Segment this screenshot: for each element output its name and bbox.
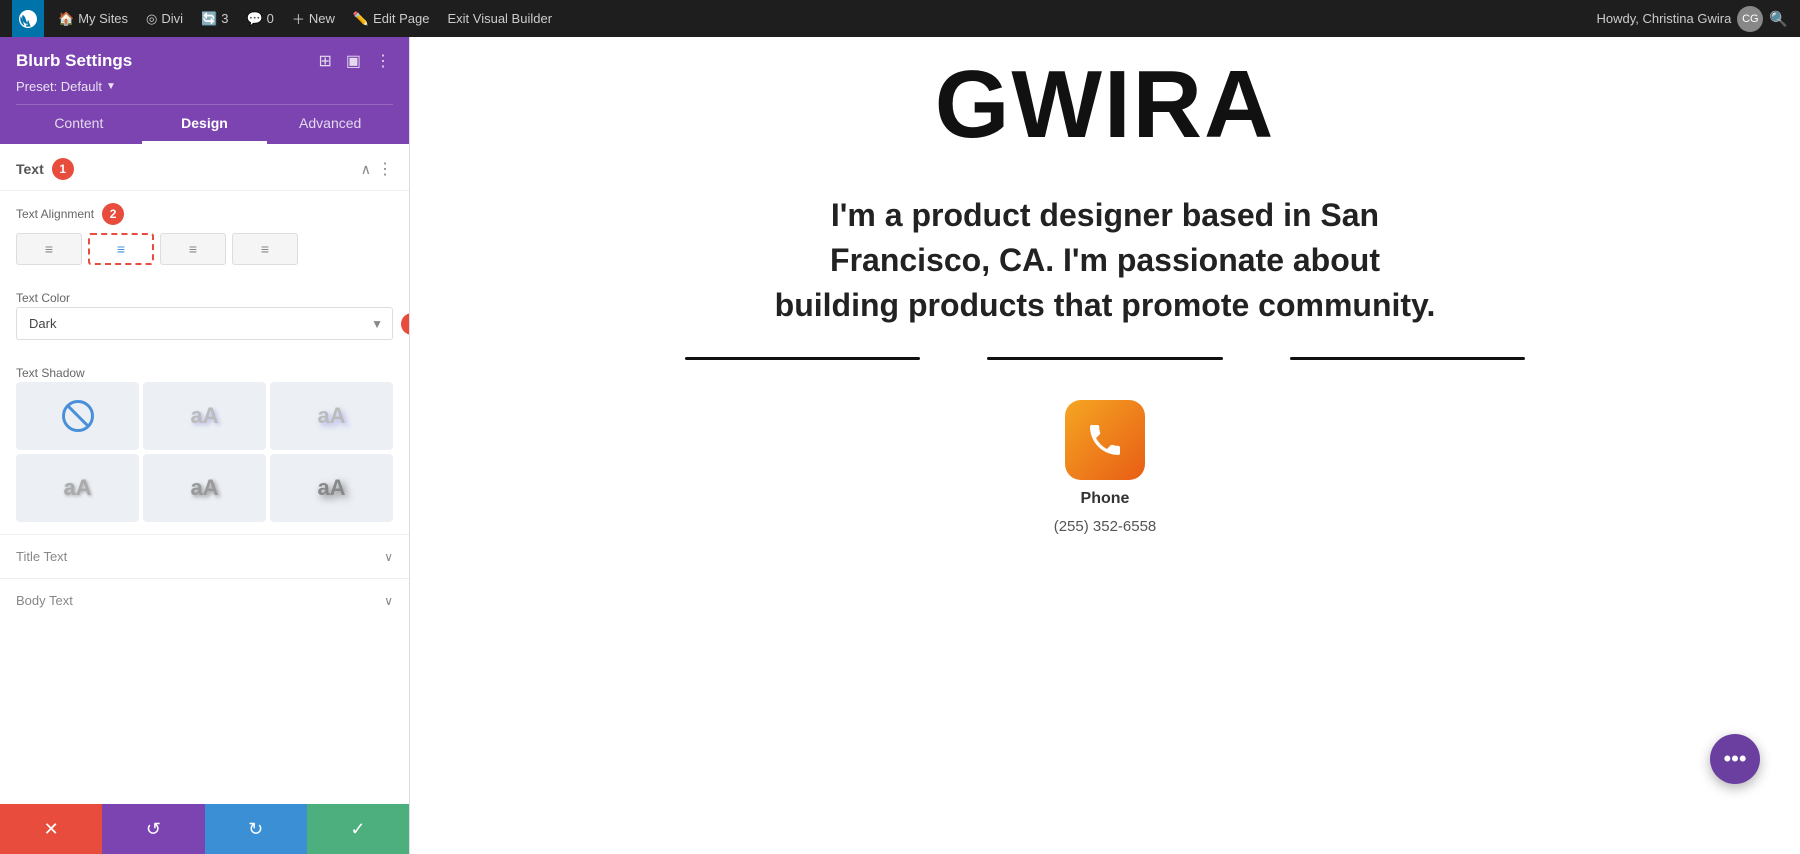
divi-icon: ◎ xyxy=(146,11,157,27)
save-button[interactable]: ✓ xyxy=(307,804,409,854)
divider-2 xyxy=(987,357,1222,360)
badge-2: 2 xyxy=(102,203,124,225)
body-text-section[interactable]: Body Text ∨ xyxy=(0,578,409,622)
new-menu[interactable]: ＋ New xyxy=(284,0,343,37)
panel-tabs: Content Design Advanced xyxy=(16,104,393,144)
undo-button[interactable]: ↺ xyxy=(102,804,204,854)
text-color-select[interactable]: Default Dark Light xyxy=(16,307,393,340)
pencil-icon: ✏️ xyxy=(353,11,369,27)
tab-advanced[interactable]: Advanced xyxy=(267,105,393,144)
text-shadow-field: Text Shadow aA aA aA xyxy=(0,352,409,534)
shadow-options-grid: aA aA aA aA aA xyxy=(16,382,393,522)
shadow-label: Text Shadow xyxy=(16,366,85,380)
updates-menu[interactable]: 🔄 3 xyxy=(193,0,236,37)
badge-3: 3 xyxy=(401,313,409,335)
shadow-option-4[interactable]: aA xyxy=(143,454,266,522)
align-right-button[interactable]: ≡ xyxy=(160,233,226,265)
shadow-option-1[interactable]: aA xyxy=(143,382,266,450)
shadow-option-2[interactable]: aA xyxy=(270,382,393,450)
dividers-row xyxy=(645,357,1565,360)
preset-selector[interactable]: Preset: Default ▼ xyxy=(16,79,393,94)
body-text-caret-icon: ∨ xyxy=(384,594,393,608)
panel-body: Text 1 ∧ ⋮ Text Alignment 2 ≡ ≡ ≡ xyxy=(0,144,409,804)
site-heading: GWIRA xyxy=(935,37,1276,163)
redo-button[interactable]: ↻ xyxy=(205,804,307,854)
divi-menu[interactable]: ◎ Divi xyxy=(138,0,191,37)
user-info: Howdy, Christina Gwira CG 🔍 xyxy=(1596,6,1788,32)
phone-blurb: Phone (255) 352-6558 xyxy=(1054,400,1157,535)
admin-bar: 🏠 My Sites ◎ Divi 🔄 3 💬 0 ＋ New ✏️ Edit … xyxy=(0,0,1800,37)
text-section-title: Text xyxy=(16,161,44,177)
shadow-option-5[interactable]: aA xyxy=(270,454,393,522)
panel-footer: ✕ ↺ ↻ ✓ xyxy=(0,804,409,854)
exit-builder-link[interactable]: Exit Visual Builder xyxy=(439,0,560,37)
panel-title: Blurb Settings xyxy=(16,51,132,71)
wordpress-logo[interactable] xyxy=(12,0,44,37)
section-collapse-button[interactable]: ∧ xyxy=(361,161,371,178)
sites-icon: 🏠 xyxy=(58,11,74,27)
fab-icon: ••• xyxy=(1723,746,1746,772)
preview-area: GWIRA I'm a product designer based in Sa… xyxy=(410,37,1800,854)
text-color-field: Text Color Default Dark Light ▼ 3 xyxy=(0,277,409,352)
phone-number: (255) 352-6558 xyxy=(1054,518,1157,535)
color-label: Text Color xyxy=(16,291,70,305)
split-view-button[interactable]: ▣ xyxy=(344,49,363,73)
title-text-label: Title Text xyxy=(16,549,67,564)
panel-header-icons: ⊞ ▣ ⋮ xyxy=(316,49,393,73)
align-center-button[interactable]: ≡ xyxy=(88,233,154,265)
shadow-option-3[interactable]: aA xyxy=(16,454,139,522)
title-text-caret-icon: ∨ xyxy=(384,550,393,564)
align-justify-button[interactable]: ≡ xyxy=(232,233,298,265)
refresh-icon: 🔄 xyxy=(201,11,217,27)
phone-icon xyxy=(1065,400,1145,480)
divider-1 xyxy=(685,357,920,360)
phone-label: Phone xyxy=(1081,490,1130,508)
plus-icon: ＋ xyxy=(292,9,305,28)
text-alignment-field: Text Alignment 2 ≡ ≡ ≡ ≡ xyxy=(0,191,409,277)
tab-content[interactable]: Content xyxy=(16,105,142,144)
cancel-button[interactable]: ✕ xyxy=(0,804,102,854)
badge-1: 1 xyxy=(52,158,74,180)
divider-3 xyxy=(1290,357,1525,360)
alignment-buttons: ≡ ≡ ≡ ≡ xyxy=(16,233,393,265)
preset-caret-icon: ▼ xyxy=(106,81,116,92)
search-icon[interactable]: 🔍 xyxy=(1769,10,1788,28)
edit-page-link[interactable]: ✏️ Edit Page xyxy=(345,0,438,37)
more-options-button[interactable]: ⋮ xyxy=(373,49,393,73)
panel-header: Blurb Settings ⊞ ▣ ⋮ Preset: Default ▼ C… xyxy=(0,37,409,144)
alignment-label: Text Alignment xyxy=(16,207,94,221)
comment-icon: 💬 xyxy=(246,11,262,27)
tab-design[interactable]: Design xyxy=(142,105,268,144)
floating-action-button[interactable]: ••• xyxy=(1710,734,1760,784)
section-menu-button[interactable]: ⋮ xyxy=(377,159,393,179)
blurb-settings-panel: Blurb Settings ⊞ ▣ ⋮ Preset: Default ▼ C… xyxy=(0,37,410,854)
my-sites-menu[interactable]: 🏠 My Sites xyxy=(50,0,136,37)
description-text: I'm a product designer based in San Fran… xyxy=(725,163,1485,357)
body-text-label: Body Text xyxy=(16,593,73,608)
avatar: CG xyxy=(1737,6,1763,32)
title-text-section[interactable]: Title Text ∨ xyxy=(0,534,409,578)
shadow-none-option[interactable] xyxy=(16,382,139,450)
text-section-header: Text 1 ∧ ⋮ xyxy=(0,144,409,191)
comments-menu[interactable]: 💬 0 xyxy=(238,0,281,37)
align-left-button[interactable]: ≡ xyxy=(16,233,82,265)
focus-mode-button[interactable]: ⊞ xyxy=(316,49,333,73)
